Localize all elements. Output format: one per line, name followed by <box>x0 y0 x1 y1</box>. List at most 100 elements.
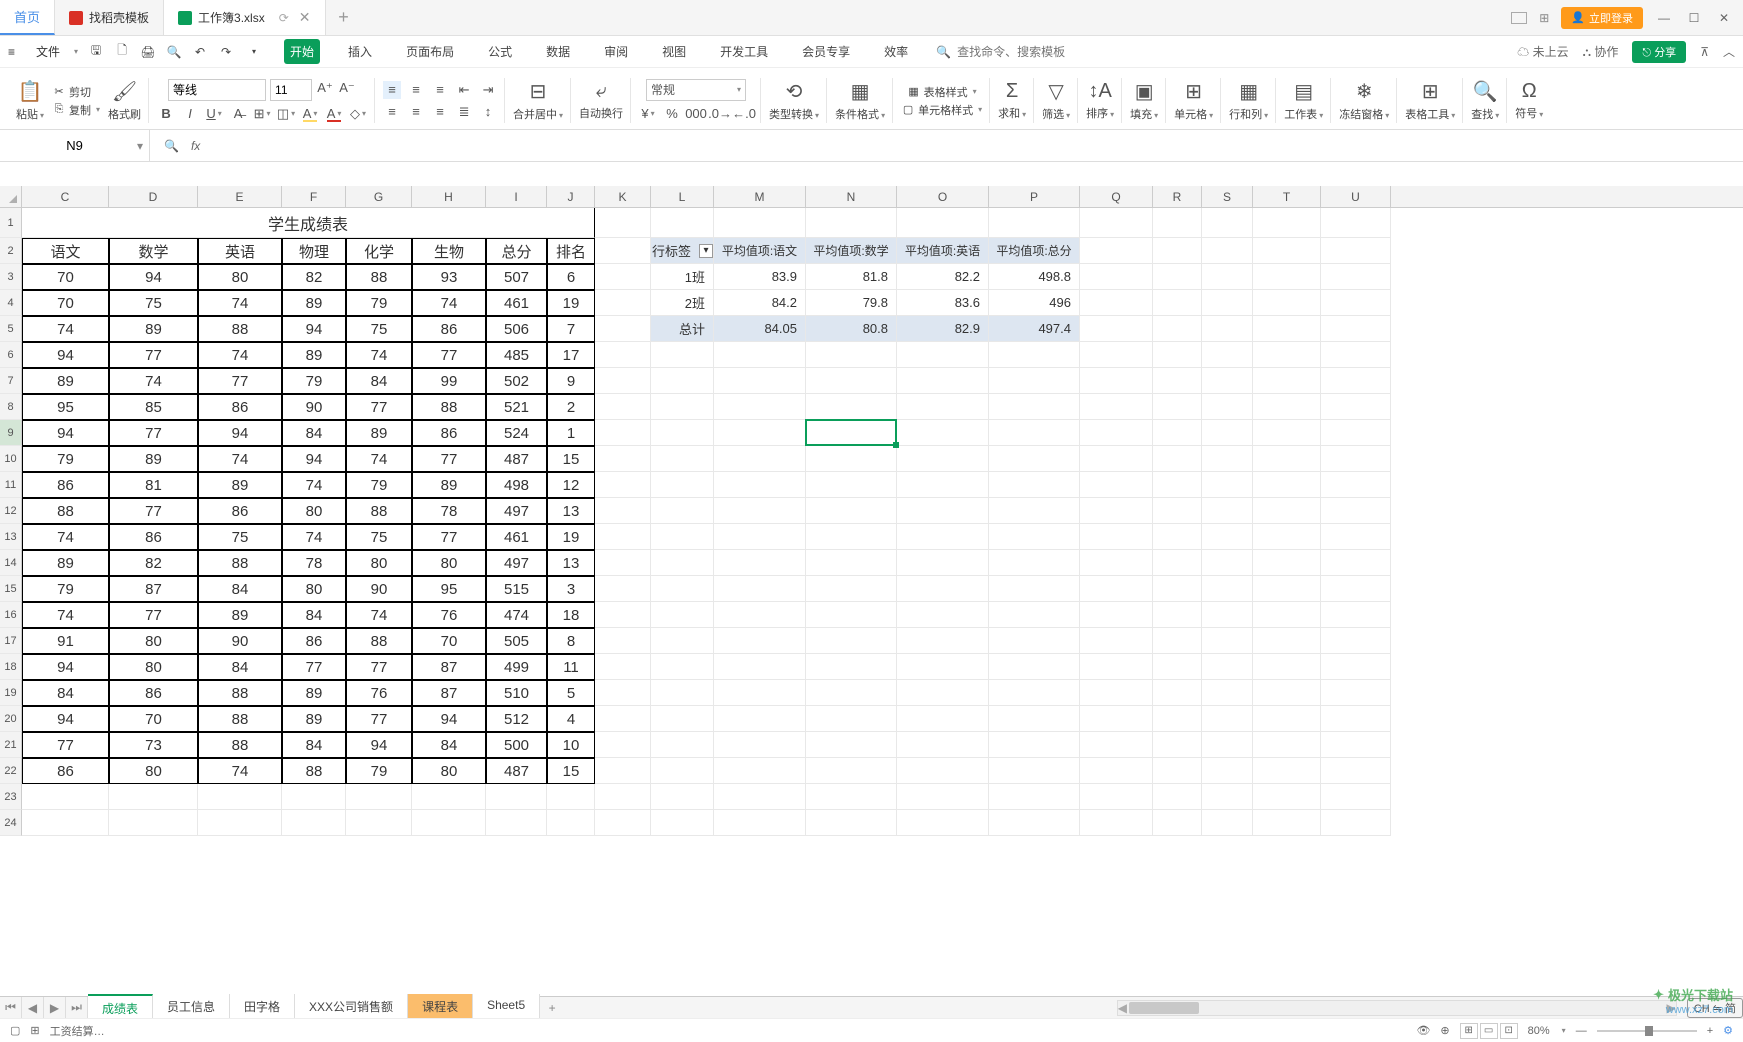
eye-icon[interactable]: 👁 <box>1416 1024 1430 1037</box>
cell-G19[interactable]: 76 <box>346 680 412 706</box>
decrease-decimal-icon[interactable]: ←.0 <box>735 105 753 123</box>
cell-H23[interactable] <box>412 784 486 810</box>
cell-M17[interactable] <box>714 628 806 654</box>
col-header-I[interactable]: I <box>486 186 547 207</box>
cell-H18[interactable]: 87 <box>412 654 486 680</box>
cell-E6[interactable]: 74 <box>198 342 282 368</box>
cell-S17[interactable] <box>1202 628 1253 654</box>
cell-M9[interactable] <box>714 420 806 446</box>
maximize-button[interactable]: ☐ <box>1685 9 1703 27</box>
cell-E24[interactable] <box>198 810 282 836</box>
cell-R6[interactable] <box>1153 342 1202 368</box>
cell-D13[interactable]: 86 <box>109 524 198 550</box>
cell-T10[interactable] <box>1253 446 1321 472</box>
cell-N5[interactable]: 80.8 <box>806 316 897 342</box>
cell-U15[interactable] <box>1321 576 1391 602</box>
cell-H11[interactable]: 89 <box>412 472 486 498</box>
cell-I3[interactable]: 507 <box>486 264 547 290</box>
cell-K11[interactable] <box>595 472 651 498</box>
sheet-tab-4[interactable]: 课程表 <box>408 994 473 1021</box>
sheet-tab-2[interactable]: 田字格 <box>230 994 295 1021</box>
cell-E8[interactable]: 86 <box>198 394 282 420</box>
cell-S13[interactable] <box>1202 524 1253 550</box>
paste-button[interactable]: 📋粘贴▾ <box>16 79 44 122</box>
cell-R16[interactable] <box>1153 602 1202 628</box>
cell-U9[interactable] <box>1321 420 1391 446</box>
cell-L20[interactable] <box>651 706 714 732</box>
cell-D9[interactable]: 77 <box>109 420 198 446</box>
cell-P10[interactable] <box>989 446 1080 472</box>
cell-L17[interactable] <box>651 628 714 654</box>
ribbon-tab-6[interactable]: 视图 <box>656 39 692 64</box>
cell-M1[interactable] <box>714 208 806 238</box>
cell-M15[interactable] <box>714 576 806 602</box>
cell-O19[interactable] <box>897 680 989 706</box>
cell-D6[interactable]: 77 <box>109 342 198 368</box>
cell-C4[interactable]: 70 <box>22 290 109 316</box>
cell-R3[interactable] <box>1153 264 1202 290</box>
cell-Q18[interactable] <box>1080 654 1153 680</box>
align-middle-icon[interactable]: ≡ <box>407 81 425 99</box>
decrease-font-icon[interactable]: A⁻ <box>338 79 356 97</box>
cell-O16[interactable] <box>897 602 989 628</box>
cell-Q10[interactable] <box>1080 446 1153 472</box>
cell-F17[interactable]: 86 <box>282 628 346 654</box>
cell-O12[interactable] <box>897 498 989 524</box>
cell-P17[interactable] <box>989 628 1080 654</box>
close-icon[interactable]: ✕ <box>299 9 311 26</box>
col-header-O[interactable]: O <box>897 186 989 207</box>
cell-P23[interactable] <box>989 784 1080 810</box>
cell-U12[interactable] <box>1321 498 1391 524</box>
file-menu[interactable]: 文件 <box>28 41 68 62</box>
cell-T20[interactable] <box>1253 706 1321 732</box>
cell-T3[interactable] <box>1253 264 1321 290</box>
cell-J22[interactable]: 15 <box>547 758 595 784</box>
row-header-16[interactable]: 16 <box>0 602 22 628</box>
cell-S21[interactable] <box>1202 732 1253 758</box>
cell-F23[interactable] <box>282 784 346 810</box>
cell-C2[interactable]: 语文 <box>22 238 109 264</box>
cell-U7[interactable] <box>1321 368 1391 394</box>
cells-button[interactable]: ⊞单元格▾ <box>1174 79 1213 122</box>
col-header-Q[interactable]: Q <box>1080 186 1153 207</box>
cell-P7[interactable] <box>989 368 1080 394</box>
cell-F16[interactable]: 84 <box>282 602 346 628</box>
cell-L8[interactable] <box>651 394 714 420</box>
cell-O3[interactable]: 82.2 <box>897 264 989 290</box>
cell-E9[interactable]: 94 <box>198 420 282 446</box>
cell-U21[interactable] <box>1321 732 1391 758</box>
cell-R15[interactable] <box>1153 576 1202 602</box>
cell-H24[interactable] <box>412 810 486 836</box>
new-tab-button[interactable]: + <box>326 0 362 35</box>
cell-U13[interactable] <box>1321 524 1391 550</box>
cell-L14[interactable] <box>651 550 714 576</box>
cell-O2[interactable]: 平均值项:英语 <box>897 238 989 264</box>
print-preview-icon[interactable]: 🗋 <box>114 44 130 60</box>
cell-R12[interactable] <box>1153 498 1202 524</box>
cell-N22[interactable] <box>806 758 897 784</box>
cell-M14[interactable] <box>714 550 806 576</box>
share-button[interactable]: ⎋ 分享 <box>1632 41 1686 63</box>
cell-K21[interactable] <box>595 732 651 758</box>
cell-H21[interactable]: 84 <box>412 732 486 758</box>
cell-G15[interactable]: 90 <box>346 576 412 602</box>
cell-H19[interactable]: 87 <box>412 680 486 706</box>
cell-C1[interactable]: 学生成绩表 <box>22 208 595 238</box>
cell-C21[interactable]: 77 <box>22 732 109 758</box>
cell-R10[interactable] <box>1153 446 1202 472</box>
col-header-N[interactable]: N <box>806 186 897 207</box>
cell-I12[interactable]: 497 <box>486 498 547 524</box>
cell-Q15[interactable] <box>1080 576 1153 602</box>
cell-U2[interactable] <box>1321 238 1391 264</box>
cell-S8[interactable] <box>1202 394 1253 420</box>
cell-Q7[interactable] <box>1080 368 1153 394</box>
col-header-L[interactable]: L <box>651 186 714 207</box>
row-header-23[interactable]: 23 <box>0 784 22 810</box>
cell-E11[interactable]: 89 <box>198 472 282 498</box>
ribbon-tab-1[interactable]: 插入 <box>342 39 378 64</box>
cell-F21[interactable]: 84 <box>282 732 346 758</box>
cell-D4[interactable]: 75 <box>109 290 198 316</box>
name-box[interactable]: ▾ <box>0 130 150 161</box>
cell-Q21[interactable] <box>1080 732 1153 758</box>
cell-S14[interactable] <box>1202 550 1253 576</box>
